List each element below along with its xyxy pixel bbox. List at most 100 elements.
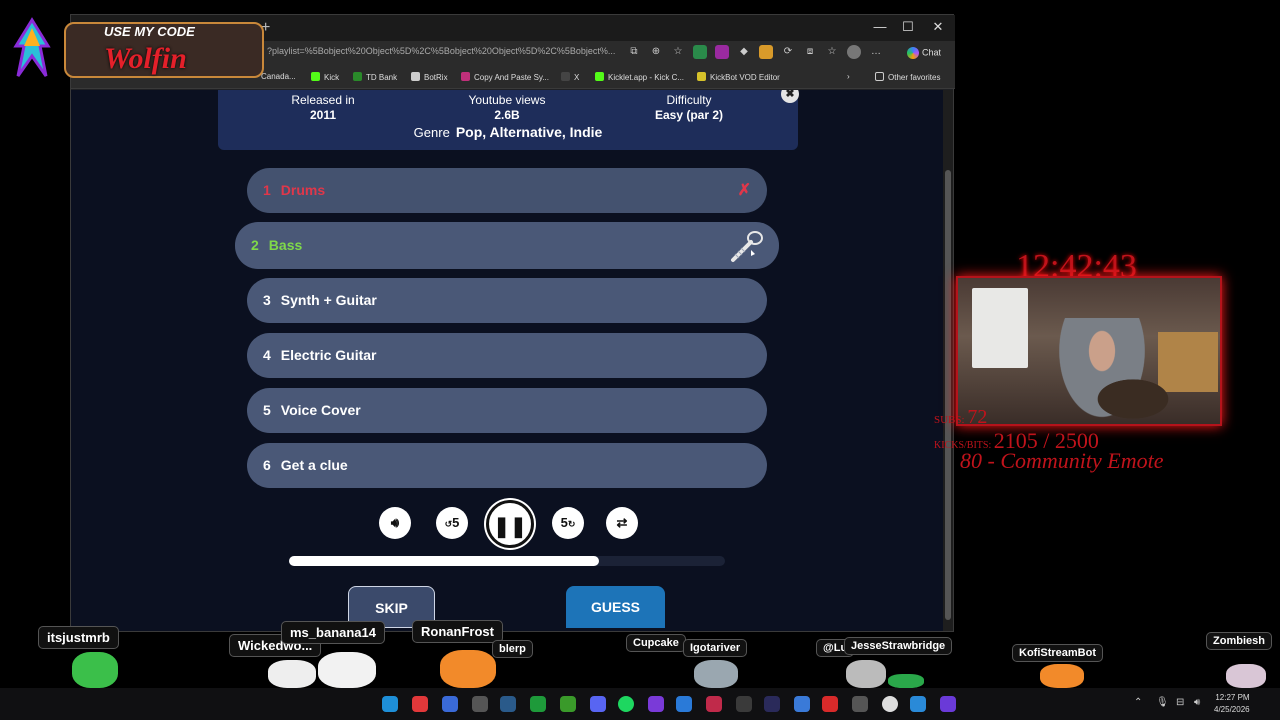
creator-code-banner: USE MY CODE Wolfin <box>8 16 264 84</box>
chatter-avatar <box>72 652 118 688</box>
chatter-avatar <box>440 650 496 688</box>
views-label: Youtube views <box>468 93 546 107</box>
app-icon[interactable] <box>852 696 868 712</box>
song-info-card: Released in 2011 Youtube views 2.6B Diff… <box>218 90 798 150</box>
option-number: 1 <box>263 182 271 198</box>
obs-icon[interactable] <box>764 696 780 712</box>
taskbar-clock[interactable]: 12:27 PM 4/25/2026 <box>1214 692 1250 716</box>
option-drums[interactable]: 1 Drums ✗ <box>247 168 767 213</box>
app-icon[interactable] <box>940 696 956 712</box>
more-menu-icon[interactable]: … <box>869 45 883 59</box>
network-icon[interactable]: ⊟ <box>1176 697 1184 708</box>
guess-button[interactable]: GUESS <box>566 586 665 628</box>
chatter-name: RonanFrost <box>412 620 503 643</box>
extension-icon[interactable] <box>759 45 773 59</box>
url-field[interactable]: ?playlist=%5Bobject%20Object%5D%2C%5Bobj… <box>267 46 617 62</box>
option-number: 3 <box>263 292 271 308</box>
option-voice-cover[interactable]: 5 Voice Cover <box>247 388 767 433</box>
app-icon[interactable] <box>822 696 838 712</box>
option-bass[interactable]: 2 Bass <box>235 222 779 269</box>
minimize-icon[interactable]: — <box>865 19 895 34</box>
favorites-icon[interactable]: ☆ <box>825 45 839 59</box>
edge-icon[interactable] <box>382 696 398 712</box>
progress-fill <box>289 556 599 566</box>
extension-icon[interactable] <box>715 45 729 59</box>
bass-guitar-icon <box>731 231 763 262</box>
minecraft-icon[interactable] <box>560 696 576 712</box>
taskbar-time: 12:27 PM <box>1215 693 1250 702</box>
chatter-name: blerp <box>492 640 533 658</box>
chatter-name: KofiStreamBot <box>1012 644 1104 662</box>
shuffle-off-button[interactable]: ⇄ <box>606 507 638 539</box>
volume-button[interactable]: 🔊︎ <box>379 507 411 539</box>
option-electric-guitar[interactable]: 4 Electric Guitar <box>247 333 767 378</box>
scrollbar[interactable] <box>943 90 953 631</box>
forward-5-button[interactable]: 5↻ <box>552 507 584 539</box>
app-icon[interactable] <box>794 696 810 712</box>
bookmark-item[interactable]: Kick <box>311 72 339 82</box>
bookmark-item[interactable]: KickBot VOD Editor <box>697 72 780 82</box>
app-icon[interactable] <box>706 696 722 712</box>
rewind-seconds: 5 <box>452 515 460 530</box>
bookmark-item[interactable]: Kicklet.app - Kick C... <box>595 72 684 82</box>
tray-overflow-icon[interactable]: ⌃ <box>1134 697 1142 708</box>
discord-icon[interactable] <box>590 696 606 712</box>
extension-icon[interactable] <box>693 45 707 59</box>
app-icon[interactable] <box>676 696 692 712</box>
option-label: Get a clue <box>280 457 348 473</box>
screen: + — ☐ ✕ ?playlist=%5Bobject%20Object%5D%… <box>0 0 1280 720</box>
app-icon[interactable] <box>736 696 752 712</box>
volume-icon[interactable]: 🔊︎ <box>1194 697 1200 708</box>
option-synth-guitar[interactable]: 3 Synth + Guitar <box>247 278 767 323</box>
chatter-avatar <box>318 652 376 688</box>
split-screen-icon[interactable]: ⧈ <box>803 45 817 59</box>
app-icon[interactable] <box>472 696 488 712</box>
kick-icon <box>311 72 320 81</box>
option-number: 5 <box>263 402 271 418</box>
app-icon[interactable] <box>882 696 898 712</box>
chatter-avatar <box>846 660 886 688</box>
copilot-icon <box>907 47 919 59</box>
bookmarks-overflow-icon[interactable]: › <box>847 72 850 81</box>
app-icon[interactable] <box>910 696 926 712</box>
bookmark-item[interactable]: Canada... <box>261 72 296 81</box>
close-window-icon[interactable]: ✕ <box>923 19 953 35</box>
app-icon[interactable] <box>648 696 664 712</box>
bookmark-item[interactable]: BotRix <box>411 72 448 82</box>
option-get-a-clue[interactable]: 6 Get a clue <box>247 443 767 488</box>
subs-value: 72 <box>967 406 988 428</box>
chatter-name: ms_banana14 <box>281 621 385 644</box>
read-aloud-icon[interactable]: ⧉ <box>627 45 641 59</box>
chatter-name: itsjustmrb <box>38 626 119 649</box>
zoom-icon[interactable]: ⊕ <box>649 45 663 59</box>
vivaldi-icon[interactable] <box>412 696 428 712</box>
refresh-icon[interactable]: ⟳ <box>781 45 795 59</box>
released-value: 2011 <box>309 108 337 122</box>
pause-icon: ❚❚ <box>493 516 527 538</box>
app-icon[interactable] <box>442 696 458 712</box>
wrong-x-icon: ✗ <box>737 182 751 199</box>
xbox-icon[interactable] <box>530 696 546 712</box>
other-favorites[interactable]: Other favorites <box>875 72 940 82</box>
favorite-star-icon[interactable]: ☆ <box>671 45 685 59</box>
scrollbar-thumb[interactable] <box>945 170 951 620</box>
code-name: Wolfin <box>104 42 187 75</box>
rewind-5-button[interactable]: ↺5 <box>436 507 468 539</box>
spotify-icon[interactable] <box>618 696 634 712</box>
bookmark-item[interactable]: X <box>561 72 579 82</box>
microphone-icon[interactable]: 🎙︎ <box>1156 697 1169 708</box>
shuffle-off-icon: ⇄ <box>616 515 628 530</box>
views-info: Youtube views 2.6B <box>432 93 582 123</box>
profile-avatar[interactable] <box>847 45 861 59</box>
toolbar-icons: ⧉ ⊕ ☆ ◆ ⟳ ⧈ ☆ … <box>627 45 883 59</box>
copilot-chat-button[interactable]: Chat <box>907 47 941 59</box>
subs-label: SUBS: <box>934 414 965 426</box>
maximize-icon[interactable]: ☐ <box>893 19 923 35</box>
bookmark-item[interactable]: Copy And Paste Sy... <box>461 72 549 82</box>
bookmark-item[interactable]: TD Bank <box>353 72 397 82</box>
pause-button[interactable]: ❚❚ <box>486 500 534 548</box>
extension-icon[interactable]: ◆ <box>737 45 751 59</box>
playback-progress[interactable] <box>289 556 725 566</box>
steam-icon[interactable] <box>500 696 516 712</box>
option-label: Drums <box>280 182 326 198</box>
